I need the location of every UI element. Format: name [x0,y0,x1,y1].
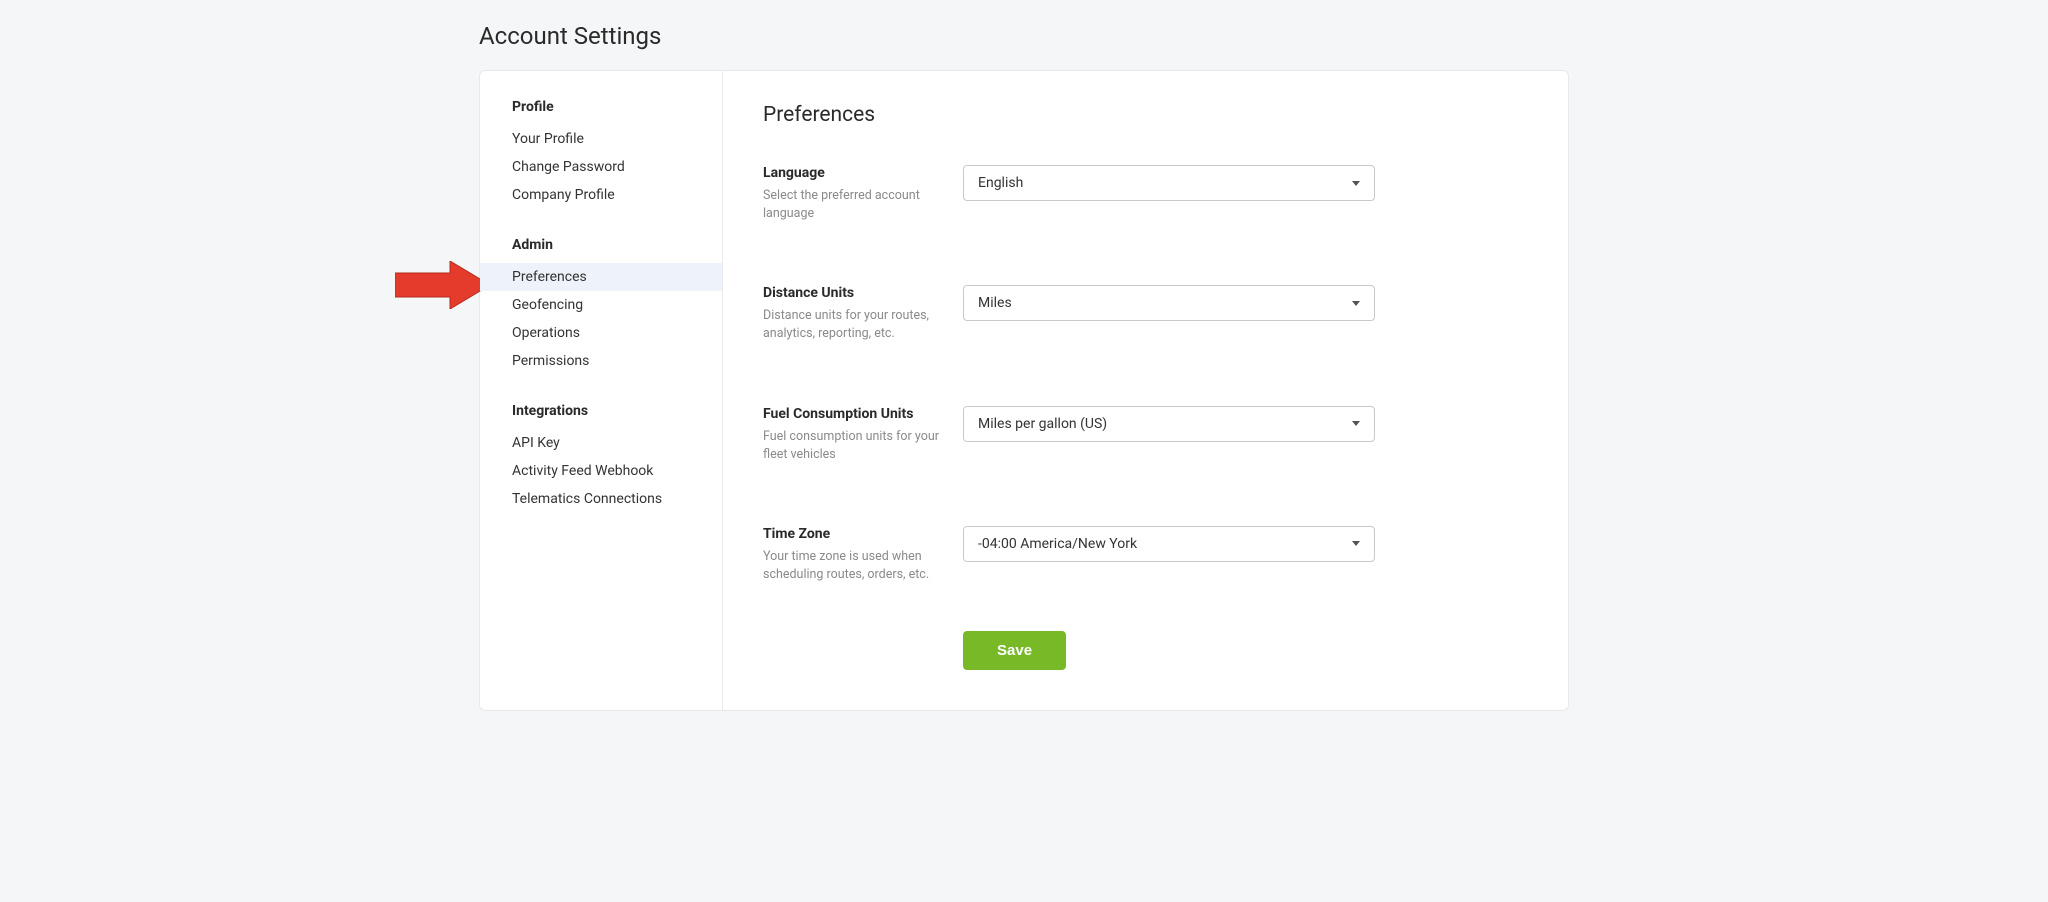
sidebar-heading-admin: Admin [480,237,722,263]
preferences-panel: Preferences Language Select the preferre… [723,71,1443,710]
fuel-units-select[interactable]: Miles per gallon (US) [963,406,1375,442]
field-help-time-zone: Your time zone is used when scheduling r… [763,548,943,584]
field-control: -04:00 America/New York [963,526,1403,562]
time-zone-select[interactable]: -04:00 America/New York [963,526,1375,562]
field-row-language: Language Select the preferred account la… [763,165,1403,223]
sidebar-section-integrations: Integrations API Key Activity Feed Webho… [480,403,722,513]
field-meta: Fuel Consumption Units Fuel consumption … [763,406,963,464]
field-meta: Language Select the preferred account la… [763,165,963,223]
sidebar-item-preferences[interactable]: Preferences [480,263,722,291]
sidebar-heading-integrations: Integrations [480,403,722,429]
sidebar-item-geofencing[interactable]: Geofencing [480,291,722,319]
annotation-arrow-icon [395,261,490,313]
sidebar-item-api-key[interactable]: API Key [480,429,722,457]
chevron-down-icon [1352,421,1360,426]
settings-sidebar: Profile Your Profile Change Password Com… [480,71,723,710]
panel-title: Preferences [763,103,1403,127]
field-label-time-zone: Time Zone [763,526,943,542]
time-zone-select-value: -04:00 America/New York [978,536,1137,552]
sidebar-item-change-password[interactable]: Change Password [480,153,722,181]
field-row-time-zone: Time Zone Your time zone is used when sc… [763,526,1403,584]
sidebar-item-your-profile[interactable]: Your Profile [480,125,722,153]
distance-units-select[interactable]: Miles [963,285,1375,321]
field-label-language: Language [763,165,943,181]
field-control: English [963,165,1403,201]
chevron-down-icon [1352,301,1360,306]
fuel-units-select-value: Miles per gallon (US) [978,416,1107,432]
field-row-distance-units: Distance Units Distance units for your r… [763,285,1403,343]
save-button[interactable]: Save [963,631,1066,670]
chevron-down-icon [1352,541,1360,546]
sidebar-heading-profile: Profile [480,99,722,125]
field-row-fuel-units: Fuel Consumption Units Fuel consumption … [763,406,1403,464]
field-control: Miles [963,285,1403,321]
field-label-fuel-units: Fuel Consumption Units [763,406,943,422]
distance-units-select-value: Miles [978,295,1012,311]
sidebar-item-operations[interactable]: Operations [480,319,722,347]
sidebar-item-company-profile[interactable]: Company Profile [480,181,722,209]
field-help-language: Select the preferred account language [763,187,943,223]
language-select-value: English [978,175,1023,191]
settings-card: Profile Your Profile Change Password Com… [479,70,1569,711]
field-help-fuel-units: Fuel consumption units for your fleet ve… [763,428,943,464]
page-title: Account Settings [479,22,1569,50]
save-row: Save [763,631,1403,670]
sidebar-section-admin: Admin Preferences Geofencing Operations … [480,237,722,375]
field-control: Miles per gallon (US) [963,406,1403,442]
sidebar-item-telematics-connections[interactable]: Telematics Connections [480,485,722,513]
sidebar-section-profile: Profile Your Profile Change Password Com… [480,99,722,209]
language-select[interactable]: English [963,165,1375,201]
field-label-distance-units: Distance Units [763,285,943,301]
sidebar-item-activity-feed-webhook[interactable]: Activity Feed Webhook [480,457,722,485]
field-meta: Time Zone Your time zone is used when sc… [763,526,963,584]
field-meta: Distance Units Distance units for your r… [763,285,963,343]
field-help-distance-units: Distance units for your routes, analytic… [763,307,943,343]
sidebar-item-permissions[interactable]: Permissions [480,347,722,375]
chevron-down-icon [1352,181,1360,186]
